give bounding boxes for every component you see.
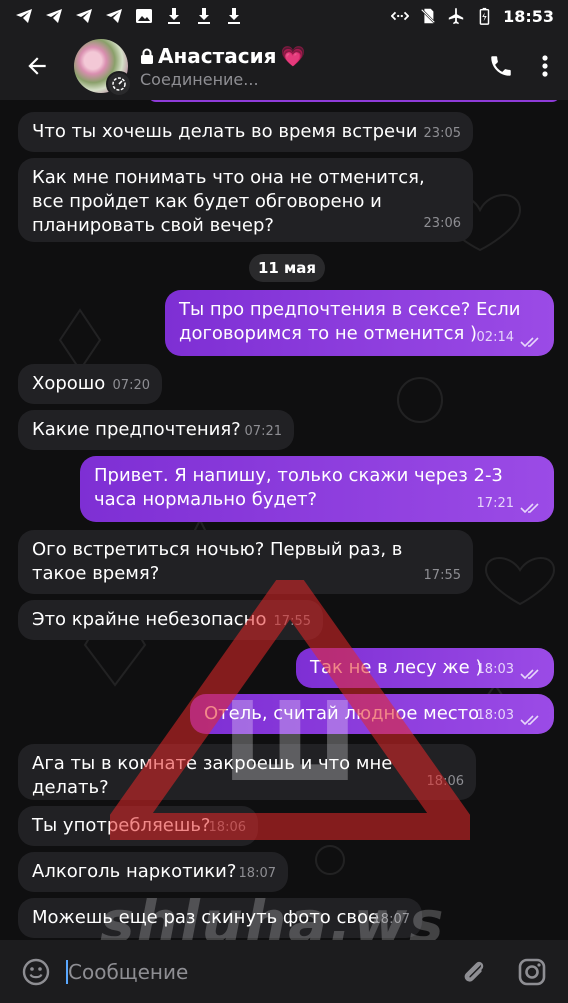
phone-icon[interactable]	[488, 53, 514, 79]
timer-badge	[106, 71, 132, 97]
message-text: Как мне понимать что она не отменится, в…	[32, 167, 425, 236]
header-actions	[488, 53, 568, 79]
message-incoming[interactable]: Какие предпочтения? 07:21	[18, 410, 294, 450]
paperclip-icon	[464, 961, 484, 982]
message-time: 02:14	[476, 330, 514, 345]
double-check-icon	[520, 715, 539, 726]
airplane-icon	[448, 7, 464, 25]
message-time: 18:06	[208, 820, 246, 835]
message-text: Ты про предпочтения в сексе? Если догово…	[179, 299, 521, 344]
system-icons: 18:53	[391, 7, 554, 26]
lock-icon	[141, 48, 153, 64]
heart-emoji: 💗	[280, 43, 306, 68]
message-time: 18:06	[426, 774, 464, 789]
telegram-icon	[106, 9, 122, 23]
message-time: 23:06	[423, 216, 461, 231]
date-separator: 11 мая	[249, 254, 325, 282]
message-time: 07:21	[244, 424, 282, 439]
text-cursor	[66, 960, 68, 984]
status-bar: 18:53	[0, 0, 568, 32]
arrow-left-icon	[28, 57, 46, 75]
message-outgoing[interactable]: Ты про предпочтения в сексе? Если догово…	[165, 290, 554, 356]
composer-bar	[0, 940, 568, 1003]
data-saver-icon	[391, 11, 410, 21]
message-outgoing[interactable]: Привет. Я напишу, только скажи через 2-3…	[80, 456, 554, 522]
message-text: Можешь еще раз скинуть фото свое	[32, 907, 380, 928]
message-time: 17:55	[273, 614, 311, 629]
chat-header: Анастасия 💗 Соединение...	[0, 32, 568, 100]
download-icon	[228, 8, 240, 24]
instagram-camera-button[interactable]	[514, 954, 550, 990]
download-icon	[168, 8, 180, 24]
message-incoming[interactable]: Как мне понимать что она не отменится, в…	[18, 158, 473, 242]
message-time: 18:07	[238, 866, 276, 881]
double-check-icon	[520, 503, 539, 514]
double-check-icon	[520, 337, 539, 348]
message-incoming[interactable]: Хорошо 07:20	[18, 364, 162, 404]
message-time: 17:21	[476, 496, 514, 511]
notification-icons	[14, 6, 244, 26]
message-incoming[interactable]: Можешь еще раз скинуть фото свое 18:07	[18, 898, 422, 938]
contact-status: Соединение...	[140, 69, 259, 89]
download-icon	[198, 8, 210, 24]
telegram-icon	[76, 9, 92, 23]
message-text: Привет. Я напишу, только скажи через 2-3…	[94, 465, 503, 510]
message-text: Отель, считай людное место	[204, 703, 480, 724]
message-list[interactable]: Что ты хочешь делать во время встречи 23…	[0, 100, 568, 940]
message-outgoing[interactable]: Так не в лесу же ) 18:03	[296, 648, 554, 688]
previous-message-edge	[148, 100, 560, 102]
telegram-icon	[46, 9, 62, 23]
contact-info[interactable]: Анастасия 💗 Соединение...	[140, 44, 305, 89]
emoji-icon	[22, 958, 50, 985]
status-time: 18:53	[503, 6, 554, 26]
back-button[interactable]	[0, 32, 74, 100]
telegram-icon	[16, 9, 32, 23]
message-incoming[interactable]: Ого встретиться ночью? Первый раз, в так…	[18, 530, 473, 594]
message-text: Это крайне небезопасно	[32, 609, 267, 630]
message-text: Так не в лесу же )	[310, 657, 483, 678]
avatar[interactable]	[74, 39, 132, 97]
contact-name: Анастасия 💗	[140, 44, 305, 68]
contact-name-text: Анастасия	[158, 43, 277, 68]
message-incoming[interactable]: Алкоголь наркотики? 18:07	[18, 852, 288, 892]
message-incoming[interactable]: Это крайне небезопасно 17:55	[18, 600, 323, 640]
emoji-button[interactable]	[18, 954, 54, 990]
attach-button[interactable]	[456, 954, 492, 990]
message-incoming[interactable]: Ага ты в комнате закроешь и что мне дела…	[18, 744, 476, 800]
more-vertical-icon[interactable]	[540, 53, 550, 79]
message-incoming[interactable]: Ты употребляешь? 18:06	[18, 806, 258, 846]
message-time: 18:07	[372, 912, 410, 927]
message-text: Хорошо	[32, 373, 106, 394]
message-time: 23:05	[423, 126, 461, 141]
message-time: 07:20	[112, 378, 150, 393]
message-incoming[interactable]: Что ты хочешь делать во время встречи 23…	[18, 112, 473, 152]
no-sim-icon	[420, 8, 436, 24]
message-text: Что ты хочешь делать во время встречи	[32, 121, 418, 142]
message-text: Алкоголь наркотики?	[32, 861, 237, 882]
message-input[interactable]	[68, 959, 434, 984]
camera-icon	[518, 958, 546, 985]
message-time: 18:03	[476, 662, 514, 677]
message-text: Какие предпочтения?	[32, 419, 241, 440]
message-outgoing[interactable]: Отель, считай людное место 18:03	[190, 694, 554, 734]
message-text: Ты употребляешь?	[32, 815, 211, 836]
message-text: Ага ты в комнате закроешь и что мне дела…	[32, 753, 393, 798]
image-icon	[136, 9, 152, 23]
message-time: 17:55	[423, 568, 461, 583]
timer-icon	[112, 77, 126, 91]
double-check-icon	[520, 669, 539, 680]
message-time: 18:03	[476, 708, 514, 723]
message-text: Ого встретиться ночью? Первый раз, в так…	[32, 539, 403, 584]
battery-icon	[479, 7, 490, 25]
